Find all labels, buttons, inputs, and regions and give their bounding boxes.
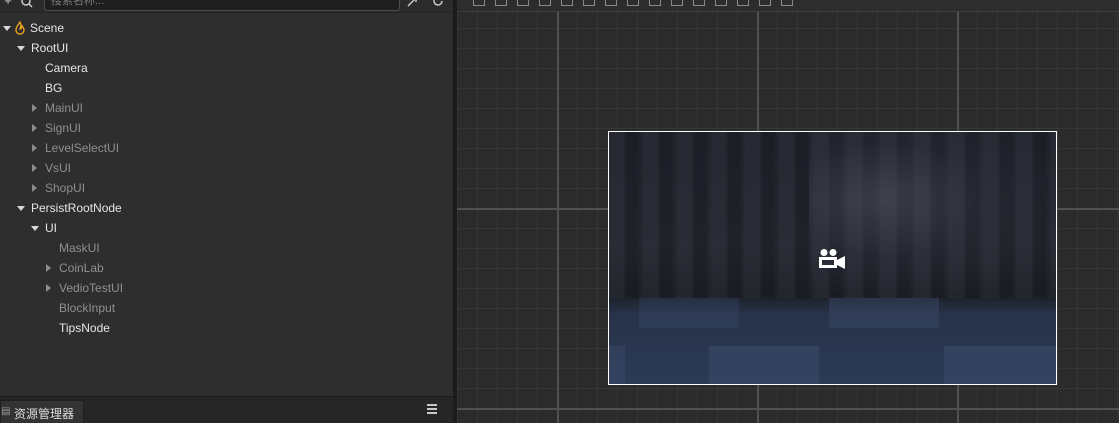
assets-tab-label: 资源管理器	[14, 407, 75, 421]
tree-node-label: ShopUI	[45, 181, 86, 195]
expanded-arrow-icon[interactable]	[2, 18, 12, 38]
collapsed-arrow-icon[interactable]	[30, 138, 40, 158]
hierarchy-panel: + Scene RootUI Camera BG MainUI SignUI LevelSe…	[0, 0, 453, 396]
tree-node-maskui[interactable]: MaskUI	[0, 238, 453, 258]
hierarchy-toolbar: +	[0, 0, 453, 13]
tree-node-label: BlockInput	[59, 301, 116, 315]
collapsed-arrow-icon[interactable]	[44, 278, 54, 298]
tree-node-scene[interactable]: Scene	[0, 18, 453, 38]
scale-tool-icon[interactable]	[517, 0, 529, 6]
tree-node-persistrootnode[interactable]: PersistRootNode	[0, 198, 453, 218]
assets-panel-header: ▤ 资源管理器	[0, 396, 453, 423]
tree-node-camera[interactable]: Camera	[0, 58, 453, 78]
spacing-icon[interactable]	[759, 0, 771, 6]
expanded-arrow-icon[interactable]	[16, 198, 26, 218]
search-filter-icon[interactable]	[20, 0, 36, 10]
scene-flame-icon	[15, 21, 25, 35]
rect-tool-icon[interactable]	[539, 0, 551, 6]
tree-node-label: UI	[45, 221, 57, 235]
align-left-icon[interactable]	[561, 0, 573, 6]
hamburger-menu-icon[interactable]	[427, 402, 441, 416]
spacing-v-icon[interactable]	[781, 0, 793, 6]
tree-node-rootui[interactable]: RootUI	[0, 38, 453, 58]
align-center-icon[interactable]	[583, 0, 595, 6]
panel-icon: ▤	[1, 406, 11, 417]
scene-viewport[interactable]	[457, 0, 1119, 423]
expanded-arrow-icon[interactable]	[16, 38, 26, 58]
tree-node-blockinput[interactable]: BlockInput	[0, 298, 453, 318]
tree-node-label: VsUI	[45, 161, 72, 175]
tree-node-tipsnode[interactable]: TipsNode	[0, 318, 453, 338]
distribute-v-icon[interactable]	[715, 0, 727, 6]
scene-toolbar	[457, 0, 1119, 12]
align-top-icon[interactable]	[627, 0, 639, 6]
tree-node-label: BG	[45, 81, 63, 95]
align-middle-icon[interactable]	[649, 0, 661, 6]
collapsed-arrow-icon[interactable]	[30, 118, 40, 138]
distribute-icon[interactable]	[737, 0, 749, 6]
tree-node-label: RootUI	[31, 41, 69, 55]
tree-node-vediotestui[interactable]: VedioTestUI	[0, 278, 453, 298]
tree-node-mainui[interactable]: MainUI	[0, 98, 453, 118]
collapsed-arrow-icon[interactable]	[30, 178, 40, 198]
tree-node-levelselectui[interactable]: LevelSelectUI	[0, 138, 453, 158]
background-light	[809, 132, 1056, 299]
align-right-icon[interactable]	[605, 0, 617, 6]
background-floor	[609, 298, 1056, 384]
camera-icon[interactable]	[818, 248, 846, 270]
collapsed-arrow-icon[interactable]	[30, 158, 40, 178]
tree-node-label: VedioTestUI	[59, 281, 124, 295]
tree-node-label: MaskUI	[59, 241, 100, 255]
tree-node-vsui[interactable]: VsUI	[0, 158, 453, 178]
tree-node-label: Camera	[45, 61, 88, 75]
tree-node-label: MainUI	[45, 101, 84, 115]
tree-node-label: SignUI	[45, 121, 82, 135]
tree-node-bg[interactable]: BG	[0, 78, 453, 98]
locate-icon[interactable]	[404, 0, 420, 10]
tree-node-ui[interactable]: UI	[0, 218, 453, 238]
assets-tab[interactable]: ▤ 资源管理器	[0, 400, 84, 423]
tree-node-label: TipsNode	[59, 321, 110, 335]
tree-node-label: PersistRootNode	[31, 201, 122, 215]
rotate-tool-icon[interactable]	[495, 0, 507, 6]
collapsed-arrow-icon[interactable]	[44, 258, 54, 278]
tree-node-label: LevelSelectUI	[45, 141, 120, 155]
tree-node-label: CoinLab	[59, 261, 104, 275]
move-tool-icon[interactable]	[473, 0, 485, 6]
tree-node-label: Scene	[30, 21, 65, 35]
tree-node-shopui[interactable]: ShopUI	[0, 178, 453, 198]
search-input[interactable]	[44, 0, 400, 11]
refresh-icon[interactable]	[430, 0, 446, 10]
tree-node-coinlab[interactable]: CoinLab	[0, 258, 453, 278]
expanded-arrow-icon[interactable]	[30, 218, 40, 238]
collapsed-arrow-icon[interactable]	[30, 98, 40, 118]
tree-node-signui[interactable]: SignUI	[0, 118, 453, 138]
distribute-h-icon[interactable]	[693, 0, 705, 6]
plus-icon[interactable]: +	[0, 0, 16, 10]
align-bottom-icon[interactable]	[671, 0, 683, 6]
